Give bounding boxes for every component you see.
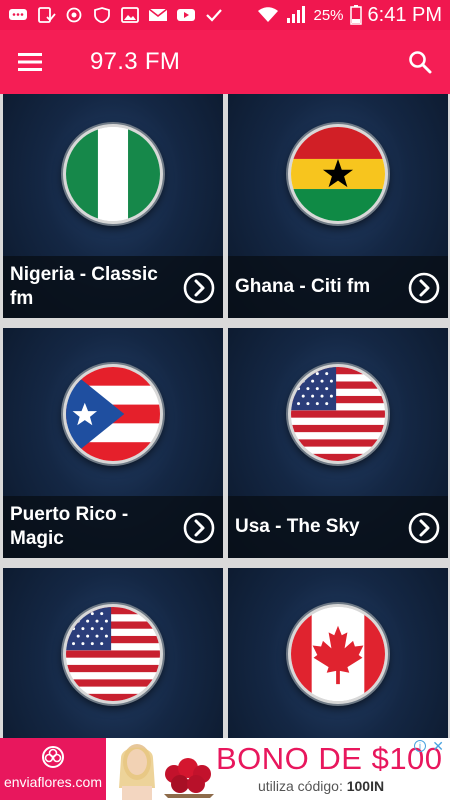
- ad-brand-panel: enviaflores.com: [0, 738, 106, 800]
- ad-subtext: utiliza código: 100IN: [258, 778, 385, 794]
- notification-icons: [8, 7, 224, 23]
- station-grid: Nigeria - Classic fm Ghana - Citi fm Pue…: [0, 94, 450, 738]
- station-label-bar: Puerto Rico - Magic: [3, 496, 223, 558]
- ad-brand-name: enviaflores.com: [3, 774, 103, 790]
- ghana-flag-icon: [288, 124, 388, 224]
- station-card-ghana[interactable]: Ghana - Citi fm: [228, 94, 448, 318]
- station-card-canada[interactable]: [228, 568, 448, 738]
- station-name: Usa - The Sky: [235, 516, 360, 537]
- usa-flag-icon: [288, 364, 388, 464]
- roses-image: [164, 758, 214, 798]
- station-name: Nigeria - Classic fm: [10, 264, 158, 309]
- chevron-right-circle-icon[interactable]: [408, 512, 440, 544]
- ad-banner[interactable]: enviaflores.com BONO DE $100 utiliza cód…: [0, 738, 450, 800]
- sync-icon: [66, 7, 82, 23]
- station-card-puerto-rico[interactable]: Puerto Rico - Magic: [3, 328, 223, 558]
- youtube-icon: [177, 9, 195, 21]
- app-bar: 97.3 FM: [0, 30, 450, 94]
- chevron-right-circle-icon[interactable]: [183, 512, 215, 544]
- station-name: Ghana - Citi fm: [235, 276, 371, 297]
- flower-logo-icon: [42, 746, 64, 768]
- check-icon: [206, 9, 222, 22]
- canada-flag-icon: [288, 604, 388, 704]
- nigeria-flag-icon: [63, 124, 163, 224]
- menu-button[interactable]: [0, 30, 60, 94]
- station-label-bar: Nigeria - Classic fm: [3, 256, 223, 318]
- battery-icon: [349, 5, 362, 25]
- chevron-right-circle-icon[interactable]: [408, 272, 440, 304]
- battery-percent: 25%: [313, 6, 344, 24]
- chevron-right-circle-icon[interactable]: [183, 272, 215, 304]
- status-bar: 25% 6:41 PM: [0, 0, 450, 30]
- station-name: Puerto Rico - Magic: [10, 504, 129, 549]
- usa-flag-icon: [63, 604, 163, 704]
- page-title: 97.3 FM: [90, 48, 181, 75]
- clock: 6:41 PM: [367, 3, 442, 26]
- ad-info-icon[interactable]: i: [414, 740, 426, 752]
- station-card-usa-2[interactable]: [3, 568, 223, 738]
- puerto-rico-flag-icon: [63, 364, 163, 464]
- hamburger-menu-icon: [18, 53, 42, 71]
- station-label-bar: Ghana - Citi fm: [228, 256, 448, 318]
- ad-model-image: [119, 744, 155, 800]
- image-icon: [121, 7, 139, 23]
- station-label-bar: Usa - The Sky: [228, 496, 448, 558]
- wifi-icon: [258, 7, 279, 22]
- station-card-usa[interactable]: Usa - The Sky: [228, 328, 448, 558]
- mail-icon: [148, 8, 168, 21]
- station-card-nigeria[interactable]: Nigeria - Classic fm: [3, 94, 223, 318]
- chat-icon: [9, 9, 27, 20]
- signal-icon: [287, 6, 306, 23]
- search-button[interactable]: [390, 30, 450, 94]
- download-check-icon: [38, 7, 56, 23]
- ad-headline: BONO DE $100: [216, 741, 443, 776]
- shield-icon: [94, 7, 110, 23]
- search-icon: [409, 51, 432, 74]
- ad-close-icon[interactable]: ✕: [432, 738, 444, 755]
